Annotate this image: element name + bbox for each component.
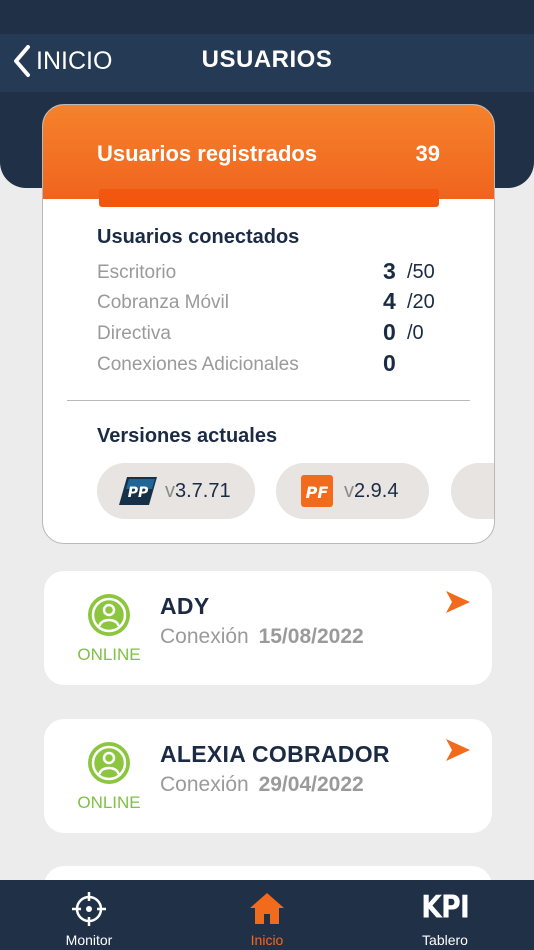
connected-value: 3 [383, 258, 396, 284]
tab-monitor[interactable]: Monitor [0, 880, 178, 950]
registered-progress-bar [99, 189, 439, 207]
connection-label: Conexión [160, 773, 249, 796]
registered-label: Usuarios registrados [97, 141, 318, 166]
tab-inicio[interactable]: Inicio [178, 880, 356, 950]
user-avatar-icon [88, 742, 130, 784]
connected-title: Usuarios conectados [97, 226, 300, 248]
user-avatar-icon [88, 594, 130, 636]
tab-label: Monitor [65, 932, 113, 948]
pp-logo-icon: PP [119, 477, 157, 505]
crosshair-icon [72, 892, 106, 926]
user-connection: Conexión 29/04/2022 [160, 773, 364, 797]
version-prefix: v [165, 479, 175, 502]
version-pill-more[interactable] [451, 463, 494, 519]
connection-label: Conexión [160, 625, 249, 648]
tab-label: Tablero [422, 932, 468, 948]
connection-date: 29/04/2022 [258, 773, 364, 796]
versions-title: Versiones actuales [97, 425, 278, 447]
version-text: v2.9.4 [344, 480, 398, 503]
tab-tablero[interactable]: KPI Tablero [356, 880, 534, 950]
divider [67, 400, 470, 401]
connected-value: 0 [383, 319, 396, 345]
connected-label: Cobranza Móvil [97, 292, 229, 313]
version-pill-pf[interactable]: PF v2.9.4 [276, 463, 429, 519]
svg-text:PP: PP [128, 485, 149, 501]
connected-row-adicionales: Conexiones Adicionales 0 [97, 350, 457, 380]
user-status: ONLINE [77, 793, 141, 812]
pf-logo-icon: PF [301, 475, 333, 507]
user-name: ADY [160, 593, 210, 619]
version-number: 3.7.71 [175, 479, 231, 502]
version-pill-pp[interactable]: PP v3.7.71 [97, 463, 255, 519]
user-card[interactable]: ONLINE ADY Conexión 15/08/2022 [44, 571, 492, 685]
version-number: 2.9.4 [354, 479, 399, 502]
send-arrow-icon[interactable] [446, 591, 470, 613]
connected-label: Escritorio [97, 262, 177, 283]
connected-row-escritorio: Escritorio 3 /50 [97, 258, 457, 288]
tab-label: Inicio [250, 932, 284, 948]
connected-label: Directiva [97, 323, 171, 344]
user-name: ALEXIA COBRADOR [160, 741, 390, 767]
connection-date: 15/08/2022 [258, 625, 364, 648]
connected-label: Conexiones Adicionales [97, 354, 299, 375]
send-arrow-icon[interactable] [446, 739, 470, 761]
user-status: ONLINE [77, 645, 141, 664]
connected-max: /0 [407, 322, 424, 344]
connected-value: 0 [383, 350, 396, 376]
connected-max: /20 [407, 291, 435, 313]
connected-max: /50 [407, 261, 435, 283]
users-summary-card: Usuarios registrados 39 Usuarios conecta… [42, 104, 495, 544]
user-connection: Conexión 15/08/2022 [160, 625, 364, 649]
registered-count: 39 [415, 141, 440, 166]
connected-row-directiva: Directiva 0 /0 [97, 319, 457, 349]
registered-header: Usuarios registrados 39 [43, 105, 494, 207]
version-text: v3.7.71 [165, 480, 231, 503]
bottom-tab-bar: Monitor Inicio KPI Tablero [0, 880, 534, 950]
user-card[interactable]: ONLINE ALEXIA COBRADOR Conexión 29/04/20… [44, 719, 492, 833]
svg-text:PF: PF [306, 483, 329, 502]
kpi-icon: KPI [421, 889, 470, 926]
connected-row-cobranza: Cobranza Móvil 4 /20 [97, 288, 457, 318]
home-icon [250, 893, 284, 924]
status-bar [0, 0, 534, 34]
version-prefix: v [344, 479, 354, 502]
connected-value: 4 [383, 288, 396, 314]
page-title: USUARIOS [201, 46, 333, 73]
